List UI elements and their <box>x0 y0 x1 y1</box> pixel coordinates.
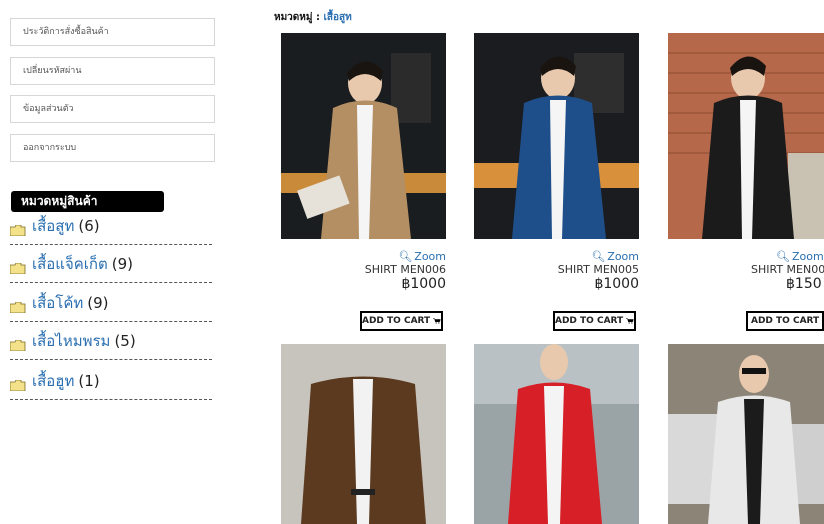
product-image[interactable] <box>668 344 824 524</box>
zoom-link[interactable]: 🔍︎Zoom <box>591 250 639 263</box>
product-image[interactable] <box>281 33 446 239</box>
zoom-label: Zoom <box>792 250 824 263</box>
breadcrumb: หมวดหมู่ : เสื้อสูท <box>274 10 352 25</box>
menu-change-password[interactable]: เปลี่ยนรหัสผ่าน <box>10 57 215 85</box>
folder-icon <box>10 380 26 391</box>
category-count: (9) <box>87 294 108 312</box>
menu-profile[interactable]: ข้อมูลส่วนตัว <box>10 95 215 123</box>
breadcrumb-category[interactable]: เสื้อสูท <box>323 12 351 23</box>
menu-label: ข้อมูลส่วนตัว <box>23 104 74 114</box>
zoom-label: Zoom <box>607 250 639 263</box>
add-to-cart-label: ADD TO CART <box>555 316 623 326</box>
menu-logout[interactable]: ออกจากระบบ <box>10 134 215 162</box>
product-info: 🔍︎Zoom SHIRT MEN005 ฿1000 <box>474 250 639 292</box>
product-price: ฿1000 <box>281 276 446 292</box>
category-item-coat[interactable]: เสื้อโค้ท (9) <box>10 284 212 322</box>
category-item-suit[interactable]: เสื้อสูท (6) <box>10 207 212 245</box>
product-image[interactable] <box>281 344 446 524</box>
folder-icon <box>10 263 26 274</box>
add-to-cart-button[interactable]: ADD TO CART <box>746 311 824 331</box>
product-image[interactable] <box>474 344 639 524</box>
product-info: 🔍︎Zoom SHIRT MEN006 ฿1000 <box>281 250 446 292</box>
category-name: เสื้อแจ็คเก็ต <box>32 252 108 276</box>
category-count: (6) <box>78 217 99 235</box>
menu-order-history[interactable]: ประวัติการสั่งซื้อสินค้า <box>10 18 215 46</box>
zoom-icon: 🔍︎ <box>591 250 605 263</box>
add-to-cart-label: ADD TO CART <box>751 316 819 326</box>
category-item-hoodie[interactable]: เสื้อฮูท (1) <box>10 362 212 400</box>
zoom-label: Zoom <box>414 250 446 263</box>
product-image[interactable] <box>668 33 824 239</box>
cart-icon <box>433 314 441 328</box>
add-to-cart-label: ADD TO CART <box>362 316 430 326</box>
category-item-knit[interactable]: เสื้อไหมพรม (5) <box>10 322 212 360</box>
menu-label: เปลี่ยนรหัสผ่าน <box>23 66 81 76</box>
breadcrumb-label: หมวดหมู่ : <box>274 12 320 23</box>
category-count: (1) <box>78 372 99 390</box>
category-item-jacket[interactable]: เสื้อแจ็คเก็ต (9) <box>10 245 212 283</box>
category-count: (9) <box>112 255 133 273</box>
zoom-link[interactable]: 🔍︎Zoom <box>776 250 824 263</box>
product-code: SHIRT MEN005 <box>474 263 639 276</box>
add-to-cart-button[interactable]: ADD TO CART <box>360 311 443 331</box>
folder-icon <box>10 225 26 236</box>
product-price: ฿1000 <box>474 276 639 292</box>
cart-icon <box>626 314 634 328</box>
folder-icon <box>10 340 26 351</box>
folder-icon <box>10 302 26 313</box>
category-name: เสื้อโค้ท <box>32 291 83 315</box>
category-name: เสื้อสูท <box>32 214 74 238</box>
category-name: เสื้อฮูท <box>32 369 74 393</box>
product-code: SHIRT MEN00 <box>751 263 824 276</box>
product-info: 🔍︎Zoom SHIRT MEN00 ฿150 <box>668 250 824 292</box>
zoom-icon: 🔍︎ <box>398 250 412 263</box>
zoom-icon: 🔍︎ <box>776 250 790 263</box>
category-count: (5) <box>114 332 135 350</box>
add-to-cart-button[interactable]: ADD TO CART <box>553 311 636 331</box>
product-price: ฿150 <box>786 276 824 292</box>
menu-label: ประวัติการสั่งซื้อสินค้า <box>23 27 109 37</box>
product-code: SHIRT MEN006 <box>281 263 446 276</box>
category-name: เสื้อไหมพรม <box>32 329 110 353</box>
menu-label: ออกจากระบบ <box>23 143 76 153</box>
product-image[interactable] <box>474 33 639 239</box>
zoom-link[interactable]: 🔍︎Zoom <box>398 250 446 263</box>
